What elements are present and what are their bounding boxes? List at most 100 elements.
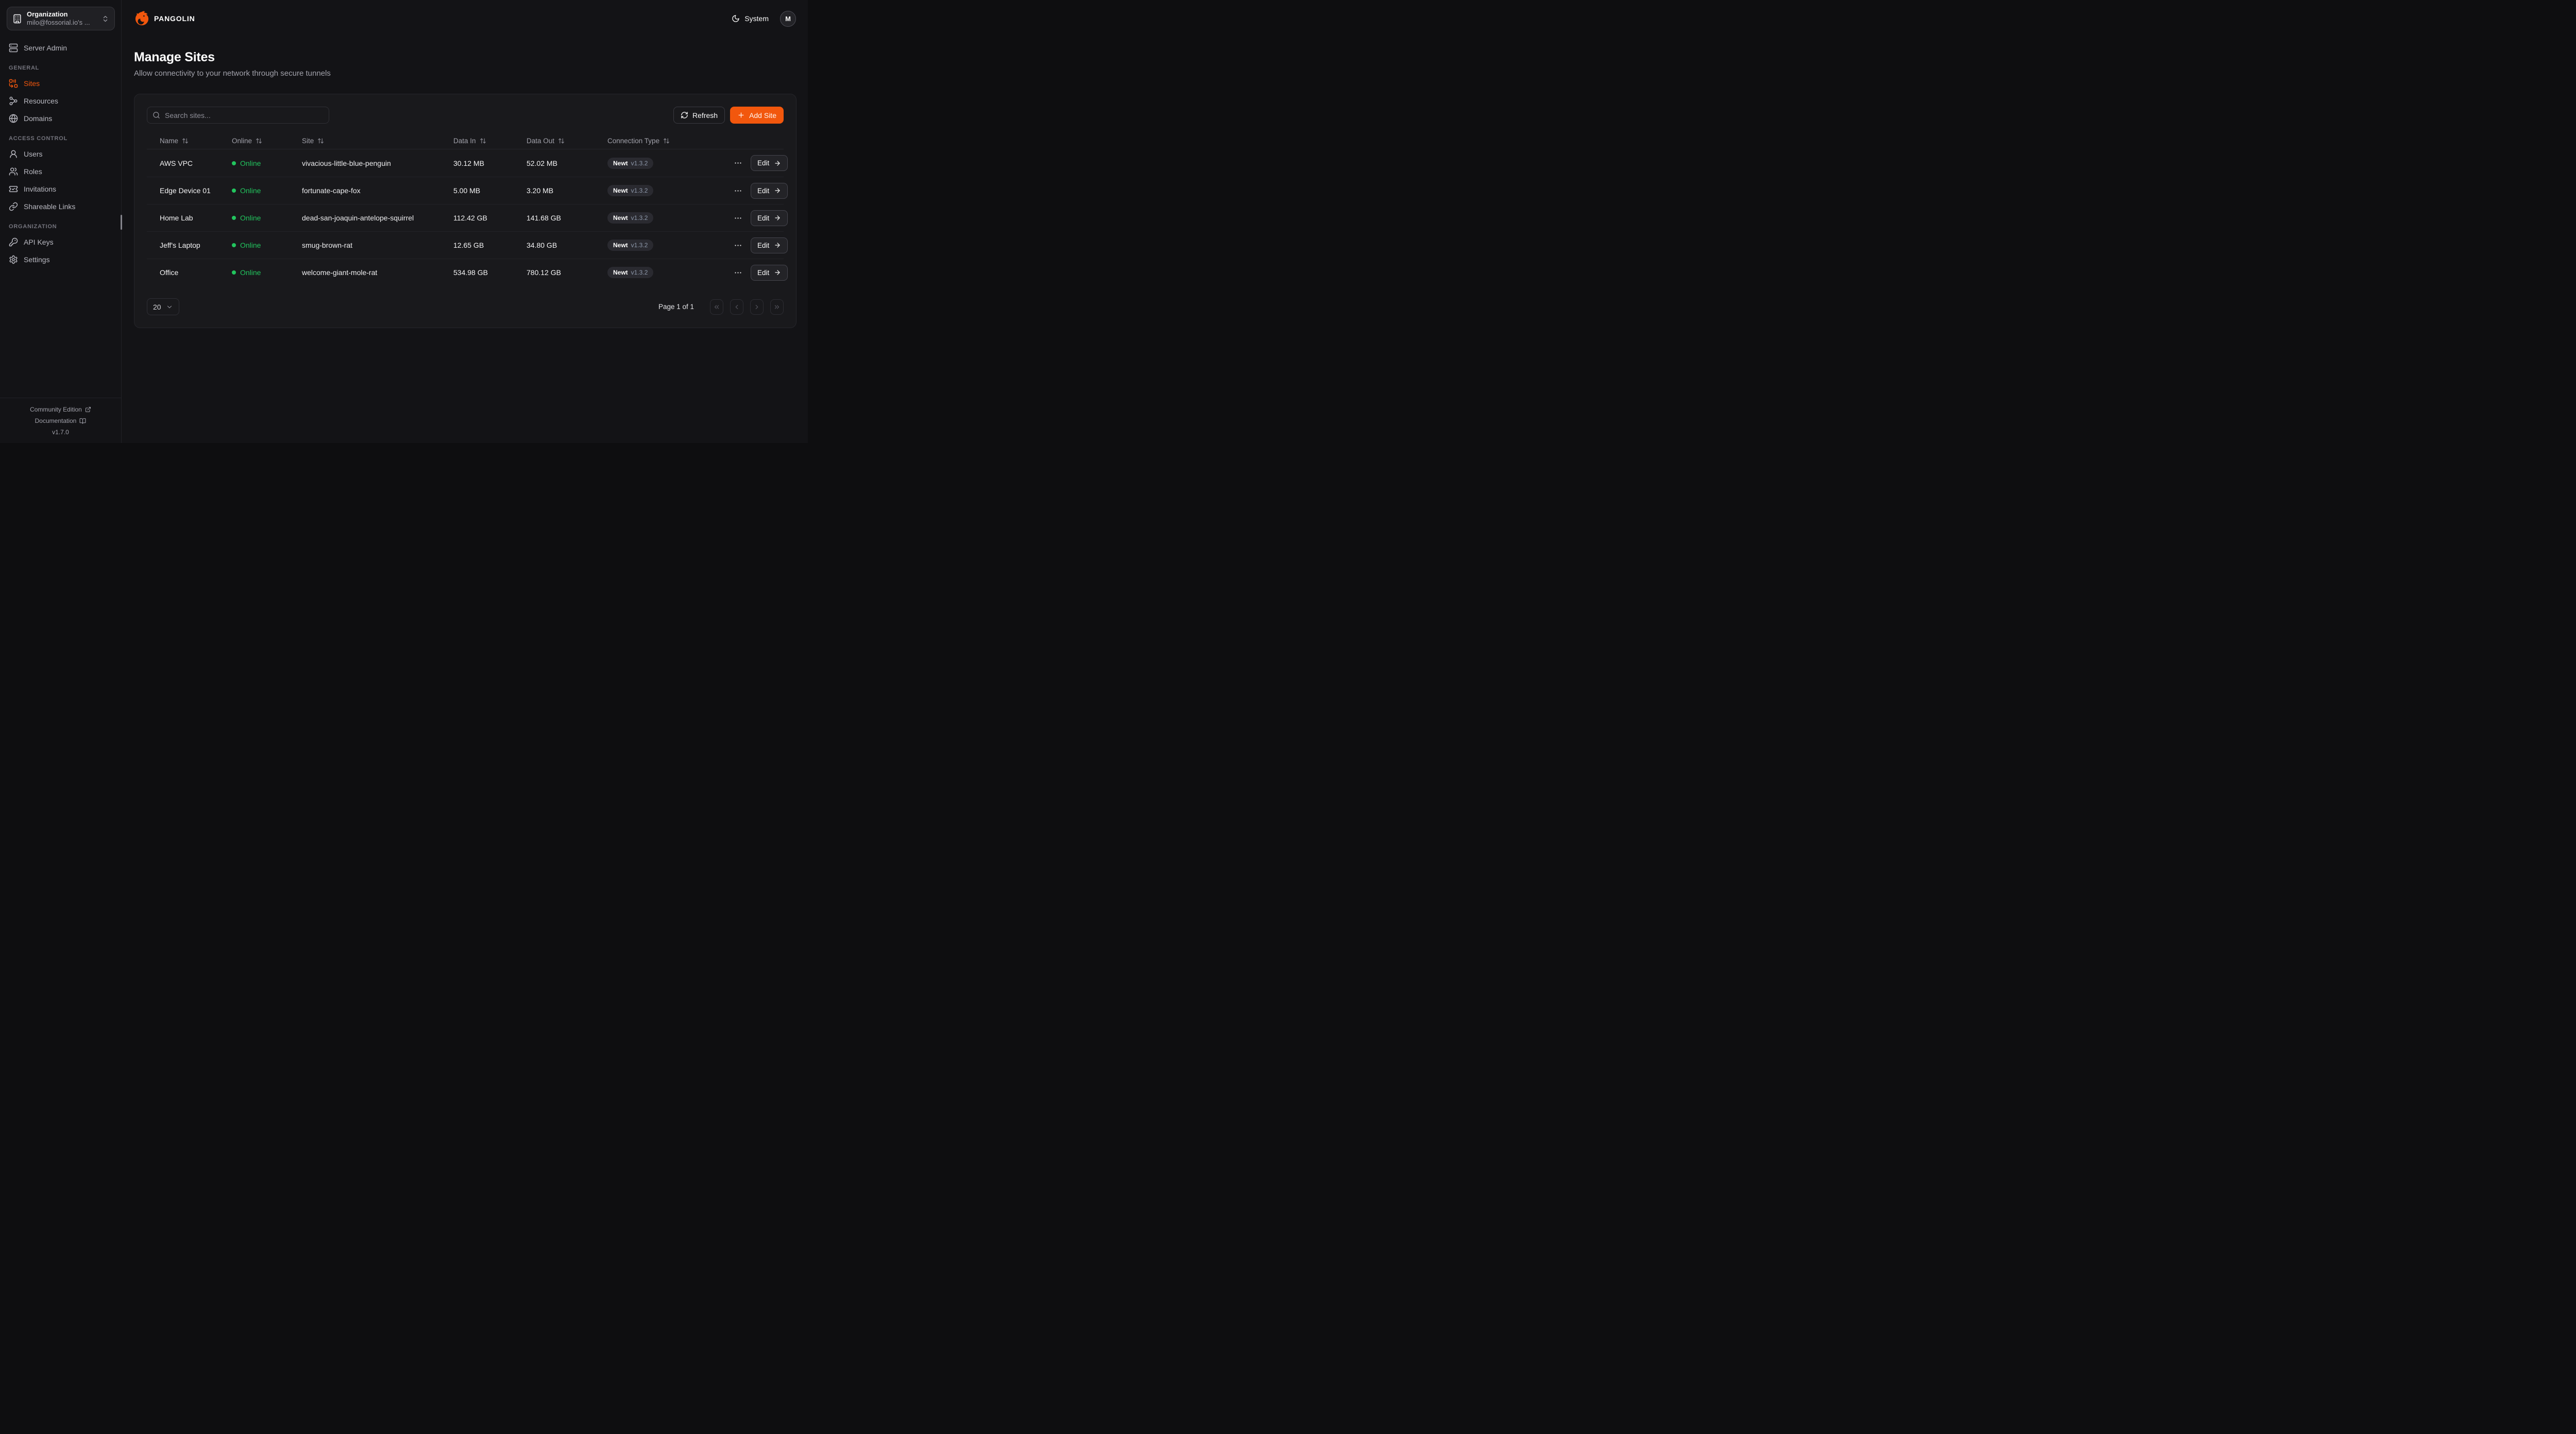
- plus-icon: [737, 111, 745, 119]
- online-label: Online: [240, 186, 261, 195]
- nav-section-access-control: ACCESS CONTROL: [9, 135, 112, 142]
- page-header: Manage Sites Allow connectivity to your …: [122, 37, 808, 78]
- add-site-button[interactable]: Add Site: [730, 107, 784, 124]
- sort-icon: [317, 138, 324, 144]
- edit-button[interactable]: Edit: [751, 183, 788, 199]
- sidebar-item-resources[interactable]: Resources: [4, 94, 117, 107]
- online-dot-icon: [232, 161, 236, 165]
- edit-label: Edit: [757, 187, 769, 195]
- search-sites-input[interactable]: [147, 107, 329, 124]
- sidebar-item-api-keys[interactable]: API Keys: [4, 235, 117, 248]
- theme-selector[interactable]: System: [732, 14, 769, 23]
- online-dot-icon: [232, 216, 236, 220]
- connection-name: Newt: [613, 187, 628, 194]
- data-out-value: 34.80 GB: [527, 241, 607, 249]
- connection-name: Newt: [613, 160, 628, 167]
- previous-page-button[interactable]: [730, 299, 743, 315]
- gear-icon: [9, 255, 18, 264]
- pagination-bar: 20 Page 1 of 1: [147, 298, 784, 315]
- moon-icon: [732, 14, 740, 23]
- column-header-connection-type[interactable]: Connection Type: [607, 137, 733, 145]
- connection-name: Newt: [613, 214, 628, 221]
- page-title: Manage Sites: [134, 50, 796, 65]
- main-area: PANGOLIN System M Manage Sites Allow con…: [122, 0, 808, 443]
- community-edition-label: Community Edition: [30, 406, 82, 413]
- edit-button[interactable]: Edit: [751, 210, 788, 226]
- sidebar-item-domains[interactable]: Domains: [4, 112, 117, 125]
- page-size-select[interactable]: 20: [147, 298, 179, 315]
- row-menu-button[interactable]: [733, 213, 743, 224]
- sort-icon: [663, 138, 670, 144]
- edit-button[interactable]: Edit: [751, 265, 788, 281]
- search-icon: [152, 111, 160, 119]
- arrow-right-icon: [774, 214, 781, 221]
- chevron-left-icon: [733, 303, 740, 311]
- refresh-button[interactable]: Refresh: [673, 107, 725, 124]
- last-page-button[interactable]: [770, 299, 784, 315]
- edit-label: Edit: [757, 214, 769, 222]
- community-edition-link[interactable]: Community Edition: [5, 404, 116, 415]
- sidebar-item-settings[interactable]: Settings: [4, 253, 117, 266]
- chevrons-left-icon: [713, 303, 720, 311]
- edit-button[interactable]: Edit: [751, 237, 788, 253]
- site-slug: fortunate-cape-fox: [302, 186, 453, 195]
- online-status: Online: [232, 159, 302, 167]
- sidebar-footer: Community Edition Documentation v1.7.0: [0, 398, 121, 443]
- row-menu-button[interactable]: [733, 240, 743, 251]
- online-label: Online: [240, 159, 261, 167]
- sites-table: Name Online Site Data In Data Out Connec…: [147, 132, 784, 286]
- site-slug: vivacious-little-blue-penguin: [302, 159, 453, 167]
- column-header-data-in[interactable]: Data In: [453, 137, 527, 145]
- sidebar-item-roles[interactable]: Roles: [4, 165, 117, 178]
- link-icon: [9, 202, 18, 211]
- edit-button[interactable]: Edit: [751, 155, 788, 171]
- data-in-value: 30.12 MB: [453, 159, 527, 167]
- column-header-name[interactable]: Name: [160, 137, 232, 145]
- refresh-label: Refresh: [692, 111, 718, 120]
- sidebar-item-server-admin[interactable]: Server Admin: [4, 41, 117, 54]
- sidebar-item-label: Sites: [24, 79, 40, 88]
- column-header-data-out[interactable]: Data Out: [527, 137, 607, 145]
- chevrons-right-icon: [773, 303, 781, 311]
- row-menu-button[interactable]: [733, 185, 743, 196]
- data-in-value: 112.42 GB: [453, 214, 527, 222]
- next-page-button[interactable]: [750, 299, 764, 315]
- org-switcher[interactable]: Organization milo@fossorial.io's ...: [7, 7, 115, 30]
- row-menu-button[interactable]: [733, 267, 743, 278]
- column-header-online[interactable]: Online: [232, 137, 302, 145]
- sidebar-item-label: Shareable Links: [24, 202, 75, 211]
- ellipsis-icon: [734, 186, 742, 195]
- sidebar-item-label: Invitations: [24, 185, 56, 193]
- user-avatar[interactable]: M: [780, 11, 796, 27]
- column-header-site[interactable]: Site: [302, 137, 453, 145]
- sidebar-item-label: Users: [24, 150, 43, 158]
- external-link-icon: [85, 406, 91, 413]
- ticket-check-icon: [9, 184, 18, 194]
- sidebar-item-shareable-links[interactable]: Shareable Links: [4, 200, 117, 213]
- documentation-link[interactable]: Documentation: [5, 415, 116, 426]
- first-page-button[interactable]: [710, 299, 723, 315]
- edit-label: Edit: [757, 159, 769, 167]
- connection-version: v1.3.2: [631, 187, 648, 194]
- brand-logo[interactable]: PANGOLIN: [134, 11, 195, 27]
- table-row: Office Online welcome-giant-mole-rat 534…: [147, 259, 784, 286]
- combine-icon: [9, 79, 18, 88]
- table-header-row: Name Online Site Data In Data Out Connec…: [147, 132, 784, 149]
- nav-section-organization: ORGANIZATION: [9, 224, 112, 230]
- app-version: v1.7.0: [5, 426, 116, 438]
- add-site-label: Add Site: [749, 111, 776, 120]
- data-in-value: 534.98 GB: [453, 268, 527, 277]
- online-label: Online: [240, 241, 261, 249]
- column-label: Connection Type: [607, 137, 659, 145]
- sidebar-item-users[interactable]: Users: [4, 147, 117, 160]
- row-menu-button[interactable]: [733, 158, 743, 168]
- ellipsis-icon: [734, 268, 742, 277]
- sidebar-item-invitations[interactable]: Invitations: [4, 182, 117, 195]
- sidebar-item-sites[interactable]: Sites: [4, 77, 117, 90]
- sort-icon: [558, 138, 565, 144]
- building-icon: [12, 14, 22, 24]
- sites-toolbar: Refresh Add Site: [147, 107, 784, 124]
- connection-version: v1.3.2: [631, 160, 648, 167]
- sort-icon: [256, 138, 262, 144]
- sidebar-item-label: Resources: [24, 97, 58, 105]
